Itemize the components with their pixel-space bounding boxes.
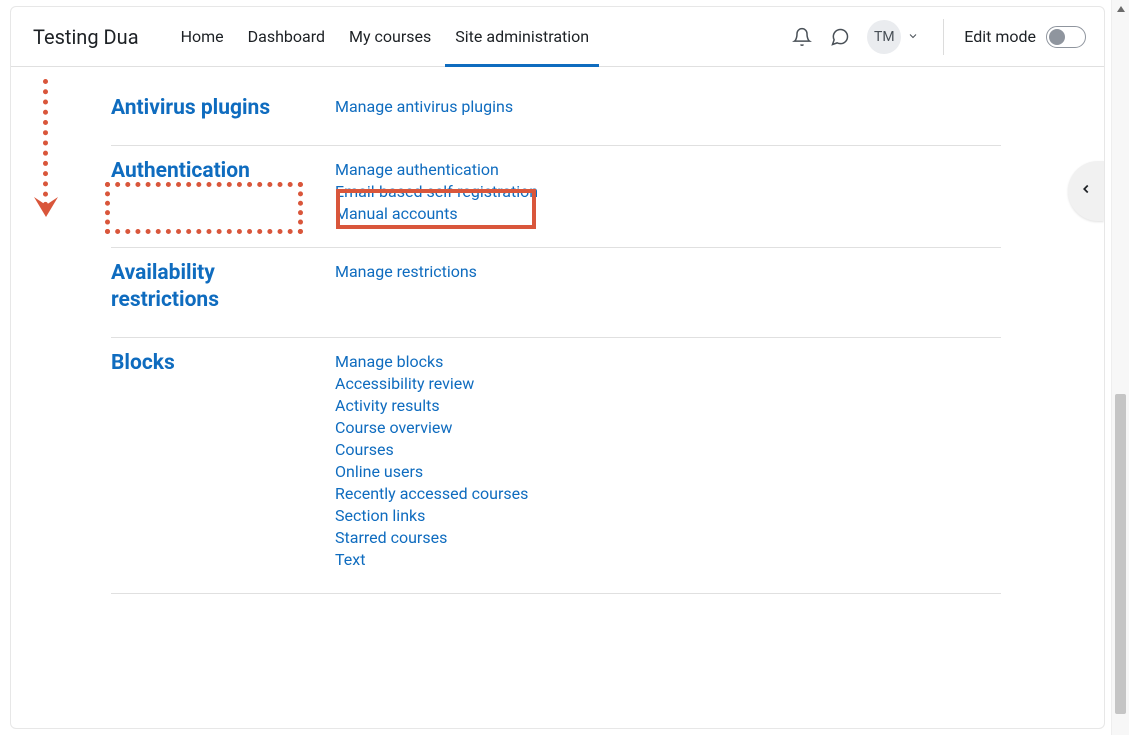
link-activity-results[interactable]: Activity results [335,396,440,415]
section-links-blocks: Manage blocks Accessibility review Activ… [335,350,528,569]
section-availability: Availability restrictions Manage restric… [111,248,1001,338]
nav-mycourses[interactable]: My courses [339,7,441,67]
link-manual-accounts[interactable]: Manual accounts [335,204,458,223]
chevron-down-icon [907,28,919,46]
nav-home[interactable]: Home [171,7,234,67]
user-menu[interactable]: TM [867,20,919,54]
link-recently-accessed-courses[interactable]: Recently accessed courses [335,484,528,503]
link-starred-courses[interactable]: Starred courses [335,528,447,547]
section-links-authentication: Manage authentication Email-based self-r… [335,158,538,223]
link-email-self-registration[interactable]: Email-based self-registration [335,182,538,201]
link-manage-restrictions[interactable]: Manage restrictions [335,262,477,281]
messages-icon[interactable] [829,26,851,48]
drawer-toggle[interactable] [1068,161,1104,221]
section-links-antivirus: Manage antivirus plugins [335,95,513,121]
admin-plugins-content: Antivirus plugins Manage antivirus plugi… [11,67,1104,624]
edit-mode-label: Edit mode [964,27,1036,46]
scroll-up-icon[interactable] [1112,0,1129,18]
link-section-links[interactable]: Section links [335,506,425,525]
primary-nav: Home Dashboard My courses Site administr… [171,7,600,67]
link-courses[interactable]: Courses [335,440,394,459]
edit-mode-control: Edit mode [964,26,1086,48]
section-links-availability: Manage restrictions [335,260,477,313]
site-brand[interactable]: Testing Dua [33,25,139,49]
nav-dashboard[interactable]: Dashboard [238,7,335,67]
topbar-divider [943,19,944,55]
link-manage-antivirus-plugins[interactable]: Manage antivirus plugins [335,97,513,116]
section-title-authentication[interactable]: Authentication [111,158,335,223]
section-title-availability[interactable]: Availability restrictions [111,260,335,313]
section-title-blocks[interactable]: Blocks [111,350,335,569]
section-antivirus: Antivirus plugins Manage antivirus plugi… [111,83,1001,146]
nav-siteadmin[interactable]: Site administration [445,7,599,67]
section-authentication: Authentication Manage authentication Ema… [111,146,1001,248]
avatar: TM [867,20,901,54]
link-course-overview[interactable]: Course overview [335,418,452,437]
link-text[interactable]: Text [335,550,365,569]
edit-mode-toggle[interactable] [1046,26,1086,48]
scroll-thumb[interactable] [1115,394,1126,714]
link-manage-blocks[interactable]: Manage blocks [335,352,443,371]
section-title-antivirus[interactable]: Antivirus plugins [111,95,335,121]
bell-icon[interactable] [791,26,813,48]
link-accessibility-review[interactable]: Accessibility review [335,374,474,393]
section-blocks: Blocks Manage blocks Accessibility revie… [111,338,1001,594]
link-manage-authentication[interactable]: Manage authentication [335,160,499,179]
scrollbar[interactable] [1111,0,1129,735]
link-online-users[interactable]: Online users [335,462,423,481]
topbar: Testing Dua Home Dashboard My courses Si… [11,7,1104,67]
chevron-left-icon [1079,182,1093,200]
